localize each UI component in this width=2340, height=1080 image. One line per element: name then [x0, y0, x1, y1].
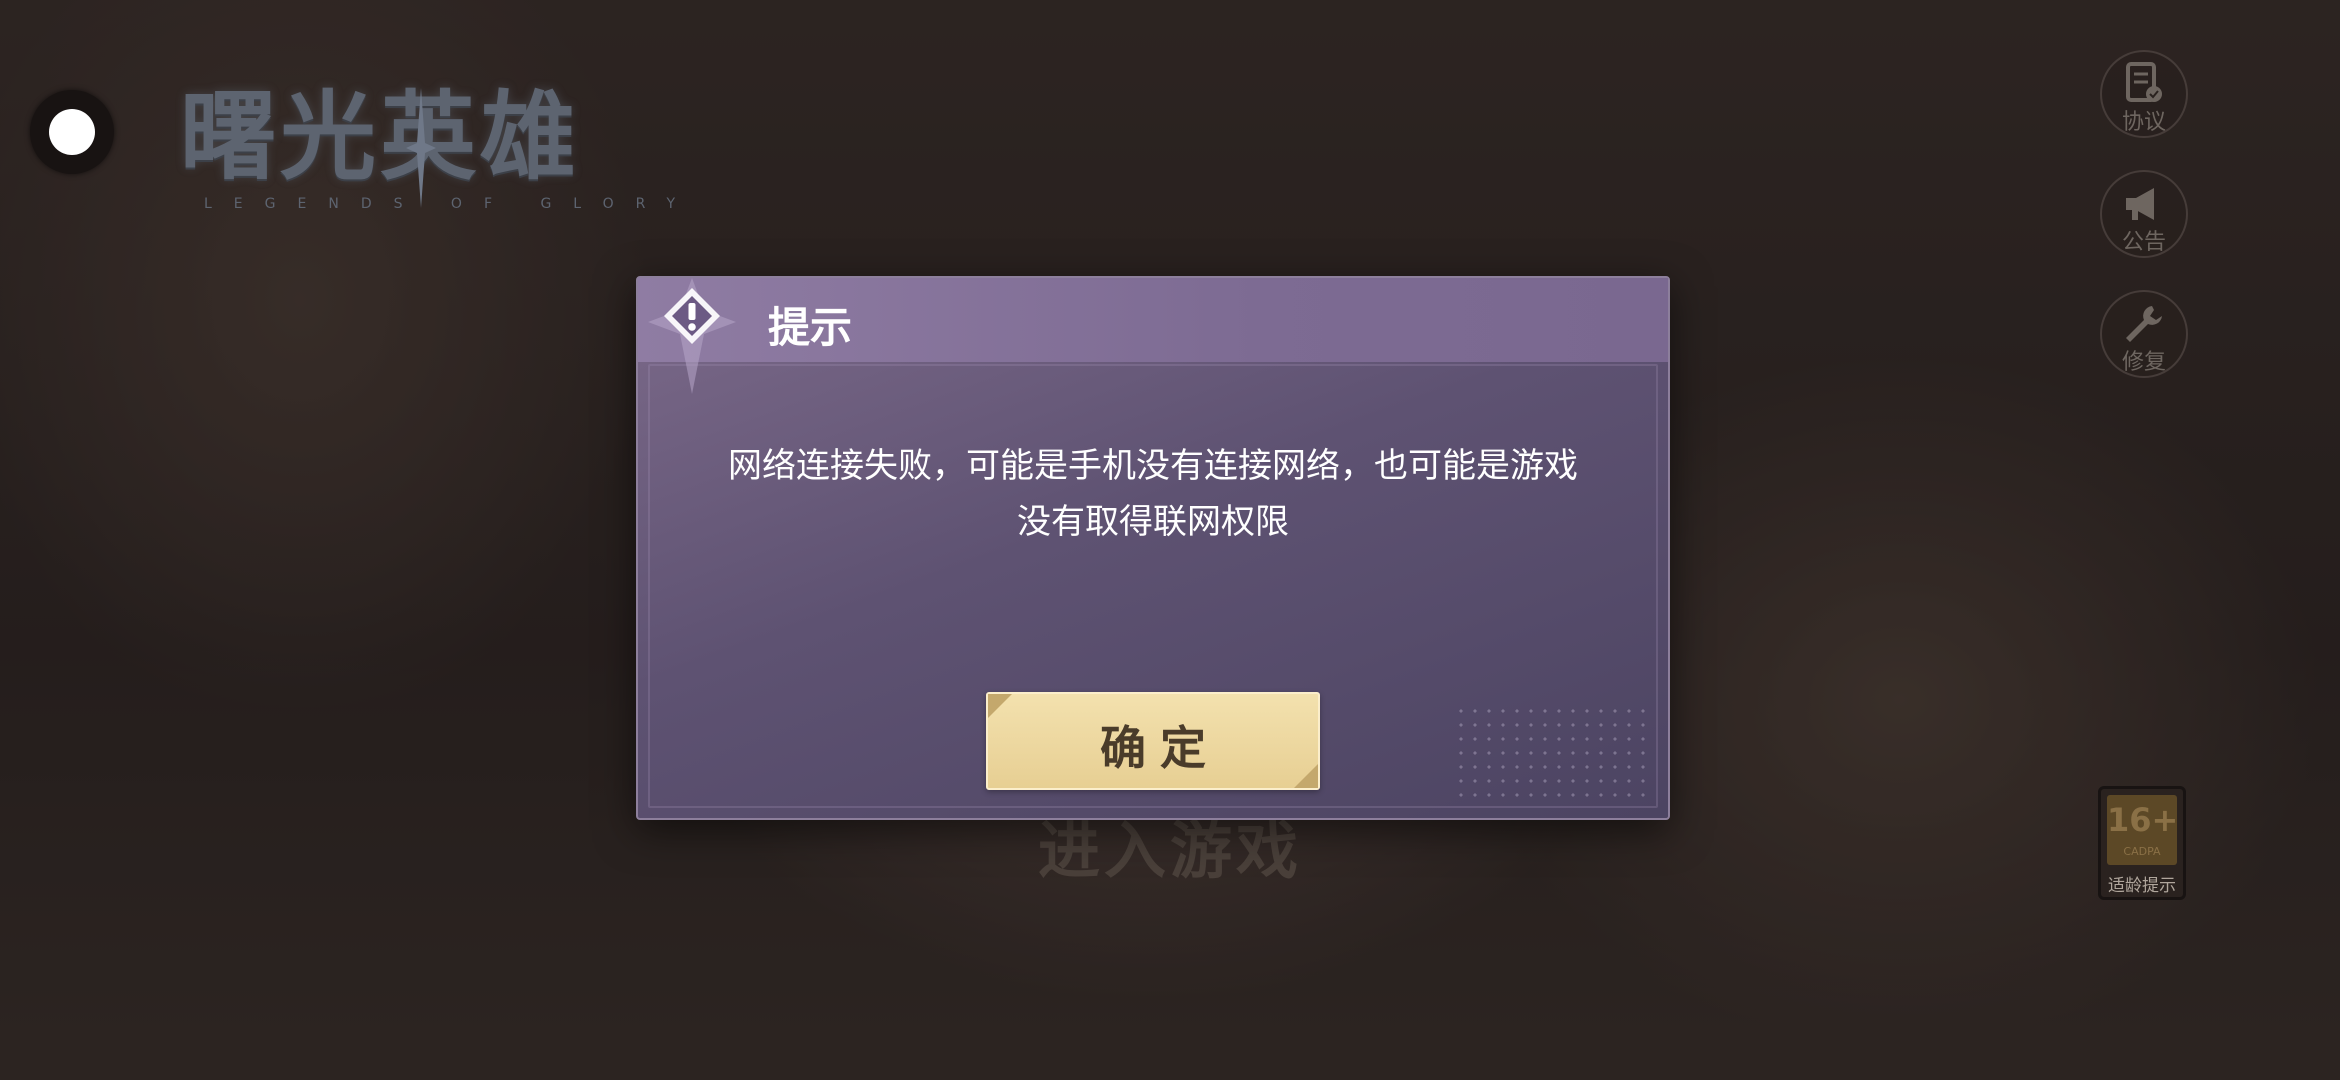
game-login-screen: 曙光英雄 LEGENDS OF GLORY 协议 公告 修复 16+ CADPA: [0, 0, 2340, 1080]
age-rating-value: 16+: [2107, 801, 2179, 839]
confirm-button[interactable]: 确定: [986, 692, 1320, 790]
repair-label: 修复: [2121, 350, 2166, 375]
floating-assistant-button[interactable]: [30, 90, 114, 174]
age-rating-badge[interactable]: 16+ CADPA 适龄提示: [2098, 786, 2186, 900]
confirm-label: 确定: [1100, 721, 1220, 775]
dialog-dot-pattern: [1454, 704, 1654, 804]
agreement-button[interactable]: 协议: [2100, 50, 2188, 138]
logo-star-icon: [406, 88, 436, 208]
announcement-button[interactable]: 公告: [2100, 170, 2188, 258]
age-rating-org: CADPA: [2123, 845, 2161, 858]
logo-title: 曙光英雄: [180, 80, 580, 193]
logo-subtitle: LEGENDS OF GLORY: [204, 196, 698, 212]
dialog-title: 提示: [768, 303, 853, 352]
repair-button[interactable]: 修复: [2100, 290, 2188, 378]
megaphone-icon: [2126, 188, 2154, 220]
network-error-dialog: 提示 网络连接失败，可能是手机没有连接网络，也可能是游戏没有取得联网权限 确定: [636, 276, 1670, 820]
game-logo: 曙光英雄 LEGENDS OF GLORY: [180, 82, 680, 222]
warning-icon: [648, 278, 736, 394]
wrench-icon: [2126, 306, 2162, 342]
floating-ball-dot: [49, 109, 95, 155]
age-rating-label: 适龄提示: [2108, 876, 2176, 896]
announcement-label: 公告: [2121, 230, 2166, 255]
health-notice: [320, 1018, 2020, 1044]
agreement-icon: [2126, 62, 2162, 102]
dialog-message: 网络连接失败，可能是手机没有连接网络，也可能是游戏没有取得联网权限: [728, 446, 1578, 542]
agreement-label: 协议: [2121, 110, 2166, 135]
